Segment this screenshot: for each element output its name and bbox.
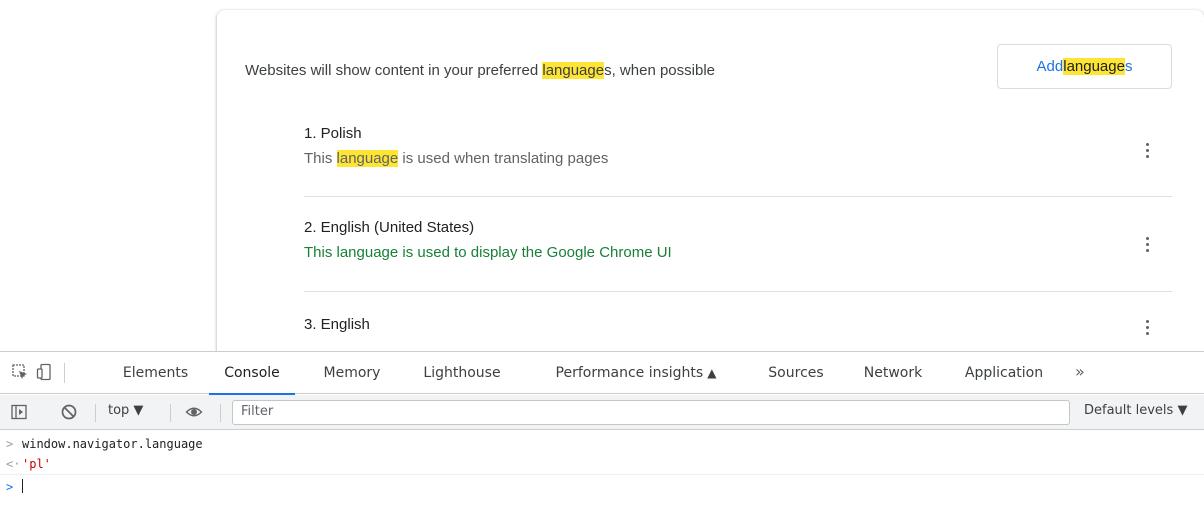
search-highlight: language	[336, 150, 399, 167]
dot	[1145, 319, 1149, 323]
toolbar-divider	[220, 404, 221, 422]
dot	[1145, 148, 1149, 152]
console-filter-input[interactable]: Filter	[232, 400, 1070, 425]
toolbar-divider	[95, 404, 96, 422]
tab-memory[interactable]: Memory	[307, 352, 397, 394]
language-item-english: 3. English	[304, 316, 1172, 333]
more-tabs-button[interactable]: »	[1075, 352, 1085, 394]
console-result: 'pl'	[22, 457, 51, 471]
clear-console-icon[interactable]	[60, 403, 78, 421]
console-result-line: <·'pl'	[0, 453, 1204, 475]
settings-page: Websites will show content in your prefe…	[0, 0, 1204, 351]
language-item-english-us: 2. English (United States) This language…	[304, 219, 1172, 261]
log-levels-dropdown[interactable]: Default levels ▼	[1084, 403, 1187, 418]
dot	[1145, 236, 1149, 240]
tab-network[interactable]: Network	[848, 352, 938, 394]
tab-lighthouse[interactable]: Lighthouse	[408, 352, 516, 394]
header-text: Websites will show content in your prefe…	[245, 62, 543, 79]
devtools-tabbar: Elements Console Memory Lighthouse Perfo…	[0, 352, 1204, 395]
prompt-chevron-icon: >	[6, 480, 14, 494]
add-languages-button[interactable]: Add language s	[997, 44, 1172, 89]
language-more-actions-button[interactable]	[1136, 229, 1158, 259]
toolbar-divider	[170, 404, 171, 422]
console-filterbar: top ▼ Filter Default levels ▼	[0, 395, 1204, 430]
console-output: > window.navigator.language <·'pl' >	[0, 431, 1204, 511]
tab-application[interactable]: Application	[950, 352, 1058, 394]
inspect-element-icon[interactable]	[11, 363, 29, 381]
console-input-line: > window.navigator.language	[0, 433, 1204, 455]
language-name: 2. English (United States)	[304, 219, 475, 236]
language-description: This language is used when translating p…	[304, 150, 1172, 167]
preferred-languages-description: Websites will show content in your prefe…	[245, 62, 715, 79]
dot	[1145, 154, 1149, 158]
description-text-suffix: is used when translating pages	[398, 150, 609, 167]
description-text: This	[304, 150, 337, 167]
add-button-label: Add	[1036, 58, 1064, 75]
dot	[1145, 248, 1149, 252]
tab-performance-insights[interactable]: Performance insights ▲	[528, 352, 744, 394]
result-arrow-icon: <·	[6, 457, 21, 471]
sidebar-toggle-icon[interactable]	[10, 403, 28, 421]
tab-label: Performance insights	[555, 365, 704, 381]
dot	[1145, 325, 1149, 329]
dot	[1145, 331, 1149, 335]
language-item-polish: 1. Polish This language is used when tra…	[304, 125, 1172, 167]
dot	[1145, 242, 1149, 246]
input-prompt-icon: >	[6, 437, 14, 451]
console-command: window.navigator.language	[22, 437, 203, 451]
console-prompt-line[interactable]: >	[0, 476, 1204, 498]
toolbar-divider	[64, 363, 65, 383]
tab-elements[interactable]: Elements	[108, 352, 203, 394]
language-name: 1. Polish	[304, 125, 362, 142]
header-text-suffix: s, when possible	[604, 62, 715, 79]
text-cursor	[22, 479, 23, 493]
flask-icon: ▲	[707, 366, 717, 380]
search-highlight: language	[1063, 58, 1125, 75]
devtools-panel: Elements Console Memory Lighthouse Perfo…	[0, 351, 1204, 511]
add-button-label-suffix: s	[1124, 58, 1133, 75]
eye-icon[interactable]	[185, 403, 203, 421]
tab-console[interactable]: Console	[209, 352, 295, 395]
divider	[304, 291, 1172, 292]
context-selector[interactable]: top ▼	[108, 403, 143, 418]
tab-sources[interactable]: Sources	[756, 352, 836, 394]
language-name: 3. English	[304, 316, 370, 333]
divider	[304, 196, 1172, 197]
device-toolbar-icon[interactable]	[36, 363, 54, 381]
language-more-actions-button[interactable]	[1136, 135, 1158, 165]
dot	[1145, 142, 1149, 146]
language-description: This language is used to display the Goo…	[304, 244, 672, 261]
language-more-actions-button[interactable]	[1136, 312, 1158, 342]
search-highlight: language	[542, 62, 605, 79]
